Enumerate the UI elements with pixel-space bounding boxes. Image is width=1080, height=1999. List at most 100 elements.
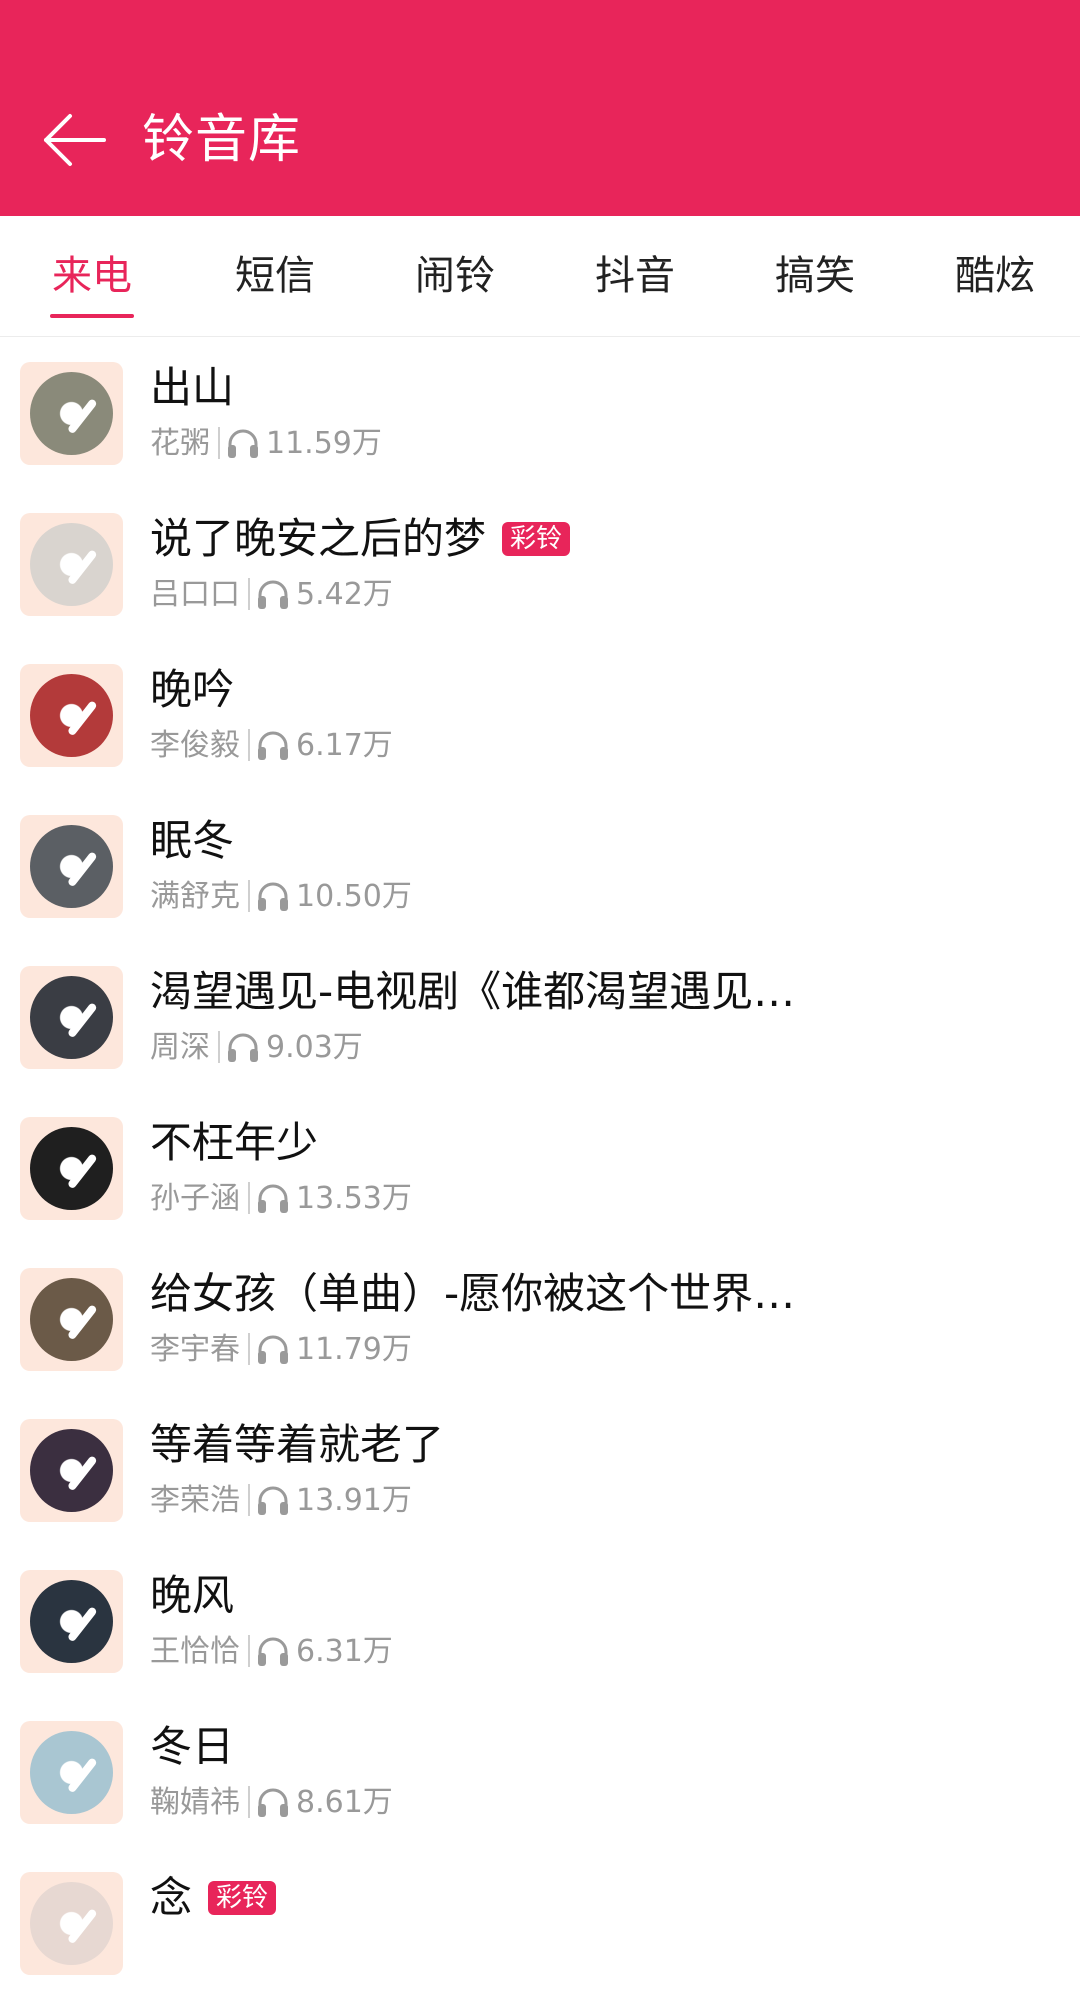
divider [218,1031,220,1063]
ringtone-row[interactable]: 等着等着就老了李荣浩 13.91万 [0,1395,1080,1546]
album-cover [20,664,123,767]
song-title: 眠冬 [150,813,234,869]
tab-douyin[interactable]: 抖音 [575,250,695,302]
ringtone-row[interactable]: 晚吟 李俊毅 6.17万 [0,640,1080,791]
song-title-text: 眠冬 [150,816,235,865]
disc-icon [30,1580,113,1663]
artist-name: 李荣浩 [150,1483,240,1518]
category-tabs: 来电 短信 闹铃 抖音 搞笑 酷炫 [0,216,1080,337]
disc-icon [30,976,113,1059]
ringtone-row[interactable]: 晚风王恰恰 6.31万 [0,1546,1080,1697]
ringtone-row[interactable]: 给女孩（单曲）-愿你被这个世界… 李宇春 11.79万 [0,1244,1080,1395]
song-meta: 李宇春 11.79万 [150,1330,412,1370]
ringtone-row[interactable]: 不枉年少孙子涵 13.53万 [0,1093,1080,1244]
divider [218,427,220,459]
album-cover [20,1872,123,1975]
active-tab-indicator [50,314,134,318]
play-count: 8.61万 [296,1785,393,1820]
song-title-text: 不枉年少 [150,1118,319,1167]
ringtone-row[interactable]: 说了晚安之后的梦 彩铃吕口口 5.42万 [0,489,1080,640]
headphones-icon [258,1335,288,1364]
song-title: 冬日 [150,1719,234,1775]
disc-icon [30,372,113,455]
play-count: 11.59万 [266,426,382,461]
artist-name: 李宇春 [150,1332,240,1367]
divider [248,1182,250,1214]
song-title: 渴望遇见-电视剧《谁都渴望遇见… [150,964,795,1020]
tonearm-icon [66,1153,98,1190]
song-meta: 王恰恰 6.31万 [150,1632,393,1672]
disc-icon [30,1278,113,1361]
ringtone-row[interactable]: 冬日鞠婧祎 8.61万 [0,1697,1080,1848]
disc-icon [30,825,113,908]
headphones-icon [258,1637,288,1666]
song-meta: 孙子涵 13.53万 [150,1179,412,1219]
back-arrow-icon[interactable] [40,110,110,170]
page-title: 铃音库 [142,110,302,170]
play-count: 6.31万 [296,1634,393,1669]
song-meta: 吕口口 5.42万 [150,575,393,615]
play-count: 10.50万 [296,879,412,914]
disc-icon [30,1429,113,1512]
album-cover [20,1570,123,1673]
divider [248,1484,250,1516]
play-count: 13.53万 [296,1181,412,1216]
song-title-text: 念 [150,1873,193,1922]
tab-funny[interactable]: 搞笑 [755,250,875,302]
tab-incoming-call[interactable]: 来电 [32,250,152,302]
divider [248,578,250,610]
album-cover [20,1117,123,1220]
song-meta: 花粥 11.59万 [150,424,382,464]
tonearm-icon [66,851,98,888]
tonearm-icon [66,1002,98,1039]
play-count: 13.91万 [296,1483,412,1518]
artist-name: 周深 [150,1030,210,1065]
disc-icon [30,1882,113,1965]
tonearm-icon [66,1304,98,1341]
disc-icon [30,1731,113,1814]
song-meta: 鞠婧祎 8.61万 [150,1783,393,1823]
color-ring-badge: 彩铃 [502,522,571,556]
tab-sms[interactable]: 短信 [215,250,335,302]
divider [248,1635,250,1667]
divider [248,1786,250,1818]
tonearm-icon [66,1757,98,1794]
divider [248,1333,250,1365]
divider [248,729,250,761]
song-meta: 周深 9.03万 [150,1028,363,1068]
headphones-icon [258,882,288,911]
disc-icon [30,523,113,606]
tonearm-icon [66,1908,98,1945]
app-header: 铃音库 [0,0,1080,216]
artist-name: 吕口口 [150,577,240,612]
song-title-text: 晚吟 [150,665,235,714]
artist-name: 满舒克 [150,879,240,914]
play-count: 6.17万 [296,728,393,763]
song-title-text: 晚风 [150,1571,235,1620]
song-title: 说了晚安之后的梦 彩铃 [150,511,571,567]
album-cover [20,1721,123,1824]
headphones-icon [228,429,258,458]
song-meta: 满舒克 10.50万 [150,877,412,917]
artist-name: 花粥 [150,426,210,461]
tab-alarm[interactable]: 闹铃 [395,250,515,302]
album-cover [20,966,123,1069]
song-title: 等着等着就老了 [150,1417,444,1473]
song-title: 给女孩（单曲）-愿你被这个世界… [150,1266,795,1322]
tonearm-icon [66,1455,98,1492]
song-title: 晚风 [150,1568,234,1624]
ringtone-row[interactable]: 念彩铃 [0,1848,1080,1999]
disc-icon [30,674,113,757]
song-title: 晚吟 [150,662,234,718]
tab-cool[interactable]: 酷炫 [935,250,1055,302]
play-count: 11.79万 [296,1332,412,1367]
ringtone-row[interactable]: 出山 花粥 11.59万 [0,338,1080,489]
artist-name: 鞠婧祎 [150,1785,240,1820]
song-meta: 李荣浩 13.91万 [150,1481,412,1521]
play-count: 5.42万 [296,577,393,612]
song-title-text: 说了晚安之后的梦 [150,514,487,563]
album-cover [20,1268,123,1371]
album-cover [20,815,123,918]
ringtone-row[interactable]: 渴望遇见-电视剧《谁都渴望遇见… 周深 9.03万 [0,942,1080,1093]
ringtone-row[interactable]: 眠冬满舒克 10.50万 [0,791,1080,942]
